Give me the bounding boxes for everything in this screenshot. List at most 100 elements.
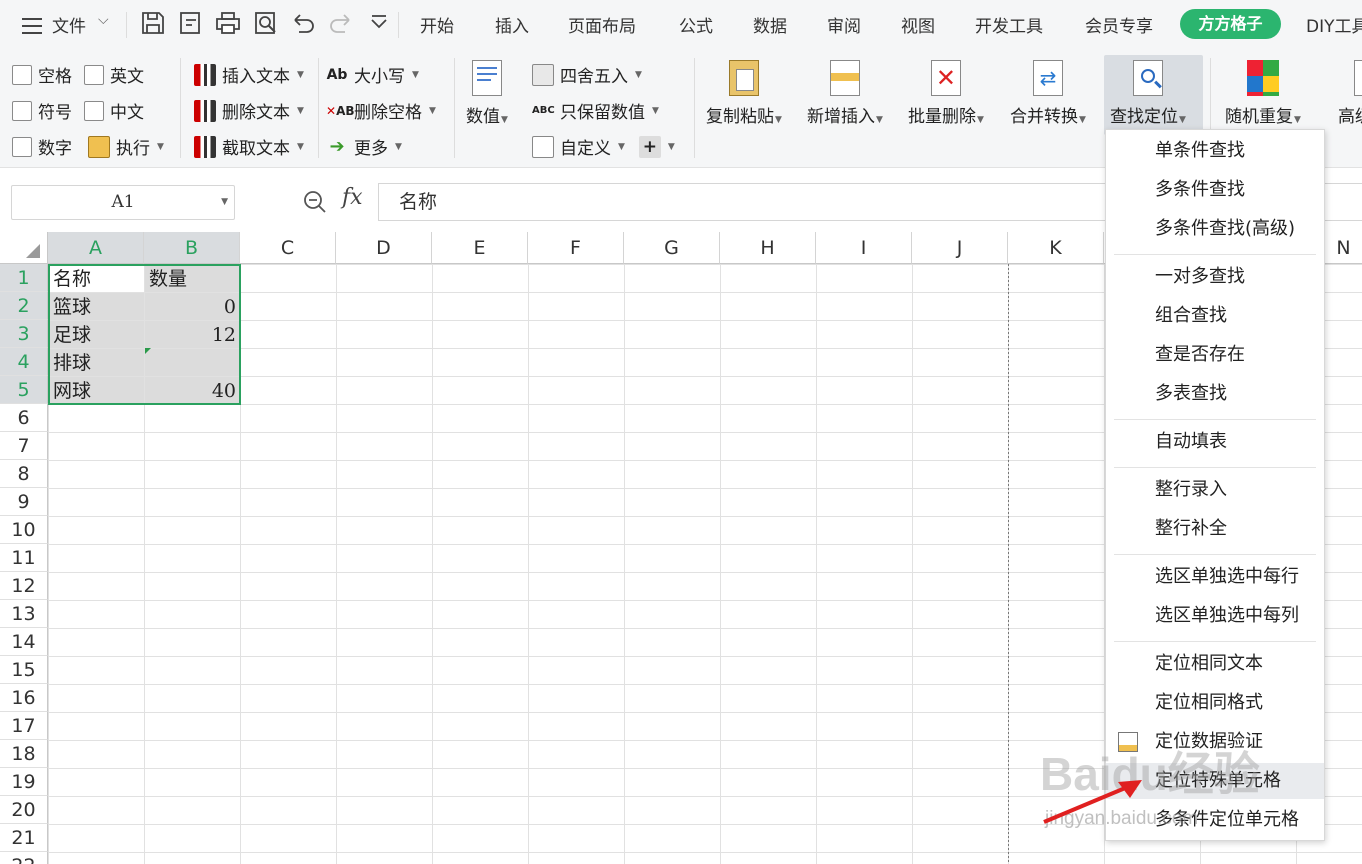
batch-delete-button[interactable]: ✕ 批量删除▼ <box>908 60 984 127</box>
chevron-down-icon[interactable]: ▼ <box>221 186 228 219</box>
row-header-15[interactable]: 15 <box>0 656 48 684</box>
tab-review[interactable]: 审阅 <box>827 12 861 37</box>
row-header-20[interactable]: 20 <box>0 796 48 824</box>
case-button[interactable]: Ab 大小写 ▼ <box>326 62 419 88</box>
checkbox-icon[interactable] <box>12 100 32 121</box>
row-header-8[interactable]: 8 <box>0 460 48 488</box>
checkbox-icon[interactable] <box>12 64 32 85</box>
row-header-22[interactable]: 22 <box>0 852 48 864</box>
menu-item[interactable]: 多条件查找 <box>1106 172 1324 208</box>
column-header-h[interactable]: H <box>720 232 816 264</box>
cell-a1[interactable]: 名称 <box>49 265 144 293</box>
select-all-corner[interactable] <box>0 232 48 264</box>
column-header-b[interactable]: B <box>144 232 240 264</box>
random-repeat-button[interactable]: 随机重复▼ <box>1225 60 1301 127</box>
tab-insert[interactable]: 插入 <box>495 12 529 37</box>
menu-item[interactable]: 定位相同格式 <box>1106 685 1324 721</box>
insert-new-button[interactable]: 新增插入▼ <box>807 60 883 127</box>
redo-icon[interactable] <box>328 10 354 36</box>
checkbox-icon[interactable] <box>84 64 104 85</box>
insert-text-button[interactable]: 插入文本 ▼ <box>194 62 304 87</box>
cell-a2[interactable]: 篮球 <box>49 293 144 321</box>
row-header-10[interactable]: 10 <box>0 516 48 544</box>
cell-a5[interactable]: 网球 <box>49 377 144 405</box>
menu-item[interactable]: 单条件查找 <box>1106 133 1324 169</box>
row-header-9[interactable]: 9 <box>0 488 48 516</box>
tab-start[interactable]: 开始 <box>420 12 454 37</box>
menu-item[interactable]: 选区单独选中每列 <box>1106 598 1324 634</box>
menu-item[interactable]: 整行录入 <box>1106 472 1324 508</box>
tab-fangfang[interactable]: 方方格子 <box>1180 9 1281 39</box>
merge-convert-button[interactable]: ⇄ 合并转换▼ <box>1010 60 1086 127</box>
checkbox-icon[interactable] <box>84 100 104 121</box>
menu-item[interactable]: 多表查找 <box>1106 376 1324 412</box>
tab-formula[interactable]: 公式 <box>679 12 713 37</box>
tab-data[interactable]: 数据 <box>753 12 787 37</box>
cell-b1[interactable]: 数量 <box>145 265 240 293</box>
cut-text-button[interactable]: 截取文本 ▼ <box>194 134 304 159</box>
cell-a4[interactable]: 排球 <box>49 349 144 377</box>
menu-item[interactable]: 选区单独选中每行 <box>1106 559 1324 595</box>
cell-b5[interactable]: 40 <box>145 377 240 405</box>
row-header-1[interactable]: 1 <box>0 264 48 292</box>
tab-diy[interactable]: DIY工具 <box>1306 12 1362 37</box>
column-header-k[interactable]: K <box>1008 232 1104 264</box>
cell-b3[interactable]: 12 <box>145 321 240 349</box>
more-icon[interactable] <box>366 10 392 36</box>
row-header-2[interactable]: 2 <box>0 292 48 320</box>
tab-developer[interactable]: 开发工具 <box>975 12 1043 37</box>
name-box[interactable]: A1 ▼ <box>11 185 235 220</box>
preview-icon[interactable] <box>253 10 279 36</box>
row-header-11[interactable]: 11 <box>0 544 48 572</box>
plus-icon[interactable]: + <box>638 135 661 158</box>
cell-b2[interactable]: 0 <box>145 293 240 321</box>
more-button[interactable]: ➔ 更多 ▼ <box>326 134 401 160</box>
tab-page-layout[interactable]: 页面布局 <box>568 12 636 37</box>
row-header-13[interactable]: 13 <box>0 600 48 628</box>
file-menu[interactable]: 文件 <box>52 12 86 37</box>
delete-text-button[interactable]: 删除文本 ▼ <box>194 98 304 123</box>
column-header-e[interactable]: E <box>432 232 528 264</box>
round-button[interactable]: 四舍五入 ▼ <box>532 62 642 87</box>
menu-item[interactable]: 一对多查找 <box>1106 259 1324 295</box>
find-locate-button[interactable]: 查找定位▼ <box>1110 60 1186 127</box>
delete-space-button[interactable]: ✕AB 删除空格 ▼ <box>326 98 436 123</box>
menu-item[interactable]: 查是否存在 <box>1106 337 1324 373</box>
row-header-6[interactable]: 6 <box>0 404 48 432</box>
copy-paste-button[interactable]: 复制粘贴▼ <box>706 60 782 127</box>
keep-values-button[interactable]: ABC 只保留数值 ▼ <box>532 98 659 123</box>
checkbox-space[interactable]: 空格 <box>12 62 72 87</box>
column-header-d[interactable]: D <box>336 232 432 264</box>
cell-b4[interactable] <box>145 349 240 377</box>
checkbox-icon[interactable] <box>12 136 32 157</box>
row-header-5[interactable]: 5 <box>0 376 48 404</box>
execute-button[interactable]: 执行 ▼ <box>88 134 164 159</box>
row-header-12[interactable]: 12 <box>0 572 48 600</box>
row-header-14[interactable]: 14 <box>0 628 48 656</box>
export-icon[interactable] <box>178 10 204 36</box>
checkbox-english[interactable]: 英文 <box>84 62 144 87</box>
hamburger-icon[interactable] <box>20 14 46 40</box>
column-header-g[interactable]: G <box>624 232 720 264</box>
tab-member[interactable]: 会员专享 <box>1085 12 1153 37</box>
row-header-7[interactable]: 7 <box>0 432 48 460</box>
column-header-i[interactable]: I <box>816 232 912 264</box>
row-header-3[interactable]: 3 <box>0 320 48 348</box>
menu-item[interactable]: 整行补全 <box>1106 511 1324 547</box>
menu-item[interactable]: 组合查找 <box>1106 298 1324 334</box>
print-icon[interactable] <box>215 10 241 36</box>
column-header-f[interactable]: F <box>528 232 624 264</box>
save-icon[interactable] <box>140 10 166 36</box>
column-header-a[interactable]: A <box>48 232 144 264</box>
menu-item[interactable]: 多条件查找(高级) <box>1106 211 1324 247</box>
row-header-19[interactable]: 19 <box>0 768 48 796</box>
menu-item[interactable]: 自动填表 <box>1106 424 1324 460</box>
advanced-button[interactable]: 高级 <box>1326 60 1362 127</box>
checkbox-symbol[interactable]: 符号 <box>12 98 72 123</box>
row-header-4[interactable]: 4 <box>0 348 48 376</box>
row-header-17[interactable]: 17 <box>0 712 48 740</box>
zoom-icon[interactable] <box>302 189 328 215</box>
row-header-16[interactable]: 16 <box>0 684 48 712</box>
value-button[interactable]: 数值▼ <box>466 60 508 127</box>
column-header-c[interactable]: C <box>240 232 336 264</box>
